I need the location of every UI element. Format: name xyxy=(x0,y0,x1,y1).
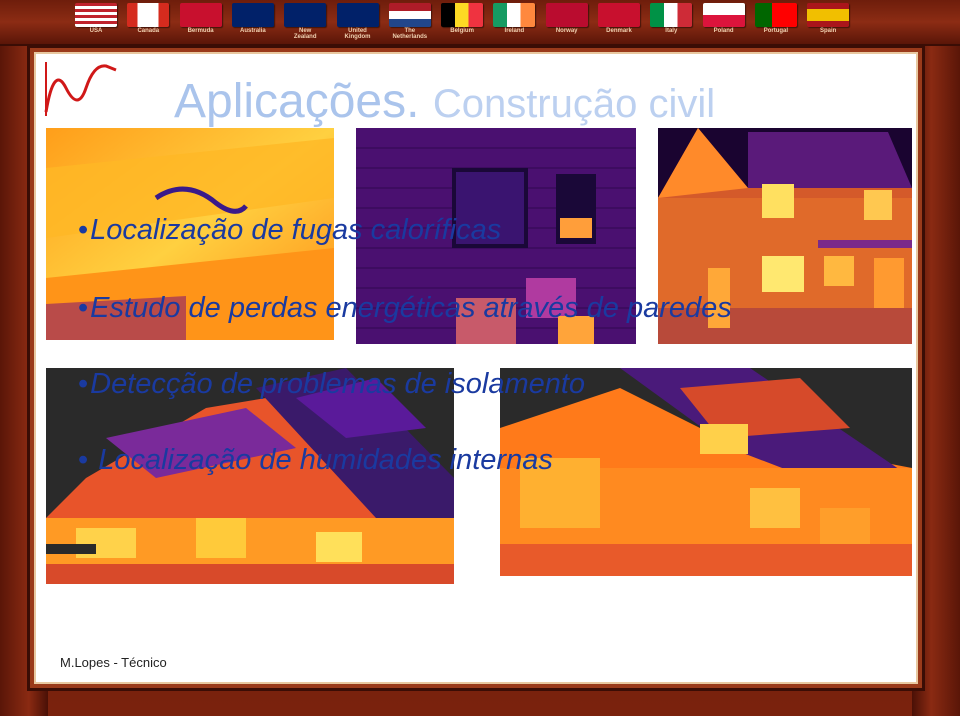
flag-icon xyxy=(75,3,117,27)
flag-navigation-bar: USA Canada Bermuda Australia New Zealand Unit… xyxy=(0,0,960,46)
flag-link[interactable]: Italy xyxy=(647,2,695,44)
flag-label: The Netherlands xyxy=(392,28,428,40)
flag-icon xyxy=(231,3,274,27)
flag-icon xyxy=(754,3,797,27)
flag-label: Spain xyxy=(820,28,837,34)
flag-icon xyxy=(545,3,588,27)
flag-label: Ireland xyxy=(504,28,525,34)
flag-icon xyxy=(388,3,431,27)
flag-icon xyxy=(598,3,640,27)
flag-label: Portugal xyxy=(763,28,789,34)
flag-icon xyxy=(179,3,222,27)
slide-footer: M.Lopes - Técnico xyxy=(60,655,167,670)
flag-link[interactable]: Canada xyxy=(124,2,172,44)
flag-label: Bermuda xyxy=(187,28,214,34)
flag-icon xyxy=(336,3,379,27)
bullet-text: Localização de fugas caloríficas xyxy=(90,214,502,246)
flag-label: USA xyxy=(89,28,103,34)
flag-link[interactable]: Australia xyxy=(229,2,277,44)
bullet-item: • Localização de humidades internas xyxy=(78,444,553,477)
bullet-text: Detecção de problemas de isolamento xyxy=(90,368,586,400)
bullet-dot-icon: • xyxy=(78,444,89,476)
flag-label: United Kingdom xyxy=(344,28,371,40)
flag-link[interactable]: Belgium xyxy=(438,2,486,44)
flag-link[interactable]: Norway xyxy=(543,2,591,44)
flag-link[interactable]: Portugal xyxy=(752,2,800,44)
bullet-text: Localização de humidades internas xyxy=(90,444,553,476)
title-sub: Construção civil xyxy=(432,82,716,126)
bullet-item: •Detecção de problemas de isolamento xyxy=(78,368,585,401)
slide: Aplicações. Construção civil •Localizaçã… xyxy=(30,48,922,688)
title-main: Aplicações. xyxy=(174,75,420,128)
bullet-dot-icon: • xyxy=(78,214,89,246)
flag-link[interactable]: United Kingdom xyxy=(334,2,382,44)
flag-link[interactable]: Denmark xyxy=(595,2,643,44)
flag-icon xyxy=(650,3,693,27)
flag-label: Canada xyxy=(137,28,160,34)
flag-icon xyxy=(807,3,850,27)
flag-icon xyxy=(493,3,536,27)
flag-label: Belgium xyxy=(450,28,474,34)
bullet-text: Estudo de perdas energéticas através de … xyxy=(90,292,732,324)
flag-icon xyxy=(441,3,484,27)
bullet-dot-icon: • xyxy=(78,368,89,400)
flag-label: Italy xyxy=(665,28,678,34)
flag-link[interactable]: The Netherlands xyxy=(386,2,434,44)
flag-link[interactable]: Spain xyxy=(804,2,852,44)
flag-link[interactable]: Ireland xyxy=(490,2,538,44)
bullet-item: •Estudo de perdas energéticas através de… xyxy=(78,292,732,325)
flag-link[interactable]: Poland xyxy=(700,2,748,44)
flag-link[interactable]: New Zealand xyxy=(281,2,329,44)
bullet-dot-icon: • xyxy=(78,292,89,324)
flag-icon xyxy=(702,3,745,27)
flag-link[interactable]: Bermuda xyxy=(177,2,225,44)
slide-title: Aplicações. Construção civil xyxy=(174,74,874,129)
flag-icon xyxy=(127,3,170,27)
flag-icon xyxy=(284,3,327,27)
flag-label: Denmark xyxy=(606,28,632,34)
flag-label: New Zealand xyxy=(293,28,317,40)
flag-link[interactable]: USA xyxy=(72,2,120,44)
bullet-item: •Localização de fugas caloríficas xyxy=(78,214,501,247)
sine-wave-logo-icon xyxy=(44,62,117,116)
flag-label: Norway xyxy=(555,28,578,34)
flag-label: Australia xyxy=(240,28,266,34)
flag-label: Poland xyxy=(713,28,734,34)
